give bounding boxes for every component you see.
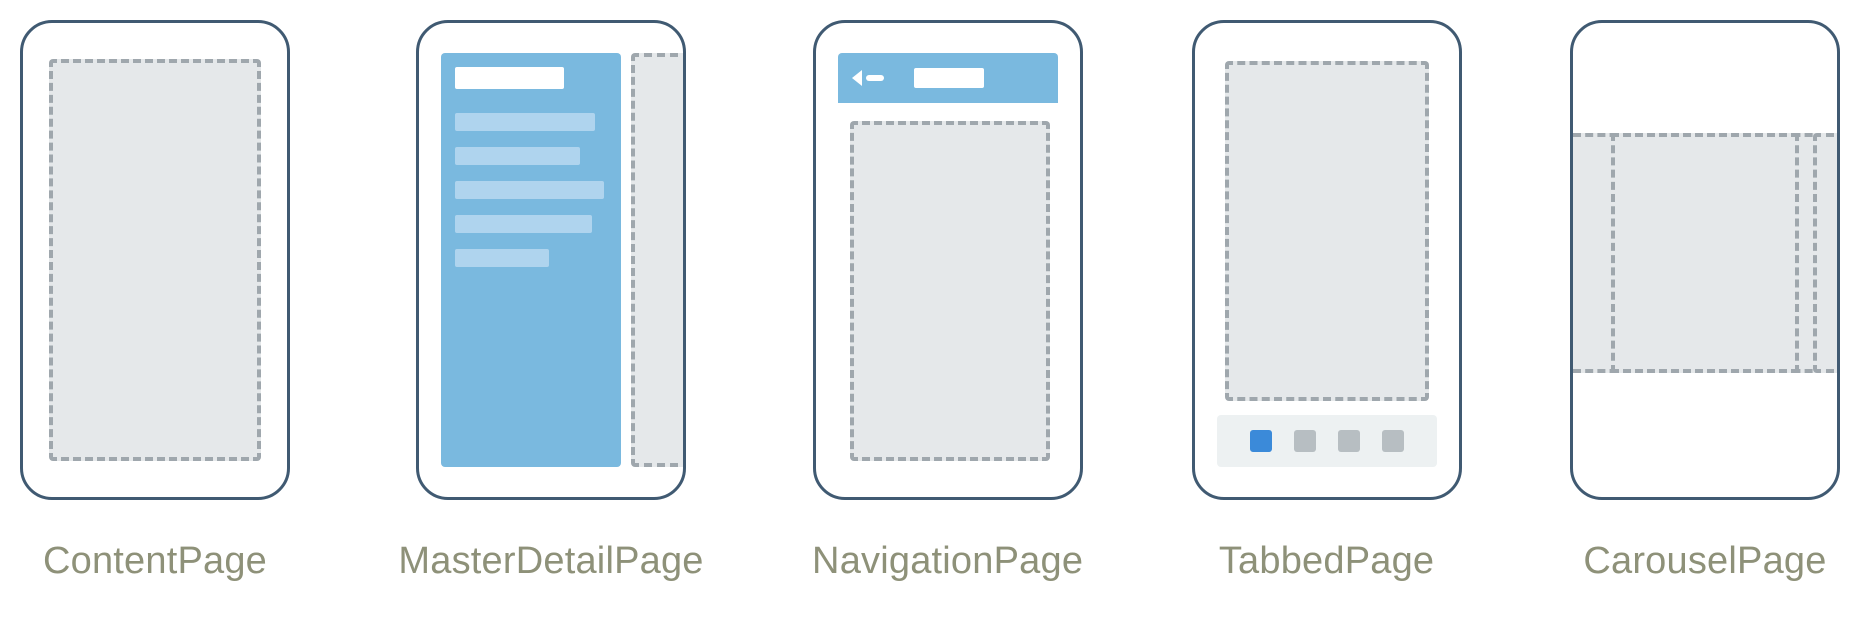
tab-icon xyxy=(1294,430,1316,452)
navigationpage-label: NavigationPage xyxy=(812,540,1083,583)
drawer-item xyxy=(455,147,580,165)
carousel-current-page xyxy=(1611,133,1799,373)
navigationpage-card: NavigationPage xyxy=(812,20,1083,583)
tab-icon xyxy=(1382,430,1404,452)
carousel-next-page-peek xyxy=(1813,133,1840,373)
content-placeholder xyxy=(850,121,1050,461)
content-placeholder xyxy=(1225,61,1429,401)
chevron-left-icon xyxy=(852,70,862,86)
carouselpage-label: CarouselPage xyxy=(1583,540,1826,583)
masterdetailpage-label: MasterDetailPage xyxy=(398,540,703,583)
drawer-item xyxy=(455,249,549,267)
page-type-diagram-row: ContentPage MasterDetailPage xyxy=(0,0,1860,583)
drawer-item xyxy=(455,181,604,199)
tabbedpage-phone xyxy=(1192,20,1462,500)
tab-icon xyxy=(1338,430,1360,452)
tab-icon-active xyxy=(1250,430,1272,452)
nav-title-placeholder xyxy=(914,68,984,88)
contentpage-card: ContentPage xyxy=(20,20,290,583)
carouselpage-card: CarouselPage xyxy=(1570,20,1840,583)
navigation-bar xyxy=(838,53,1058,103)
tab-bar xyxy=(1217,415,1437,467)
detail-placeholder xyxy=(631,53,686,467)
content-placeholder xyxy=(49,59,261,461)
tabbedpage-card: TabbedPage xyxy=(1192,20,1462,583)
master-drawer xyxy=(441,53,621,467)
contentpage-phone xyxy=(20,20,290,500)
drawer-item xyxy=(455,113,595,131)
back-button-icon xyxy=(852,70,884,86)
tabbedpage-label: TabbedPage xyxy=(1219,540,1434,583)
back-stem-icon xyxy=(866,75,884,81)
contentpage-label: ContentPage xyxy=(43,540,267,583)
masterdetailpage-phone xyxy=(416,20,686,500)
drawer-item xyxy=(455,215,592,233)
carouselpage-phone xyxy=(1570,20,1840,500)
navigationpage-phone xyxy=(813,20,1083,500)
drawer-title-placeholder xyxy=(455,67,564,89)
masterdetailpage-card: MasterDetailPage xyxy=(398,20,703,583)
